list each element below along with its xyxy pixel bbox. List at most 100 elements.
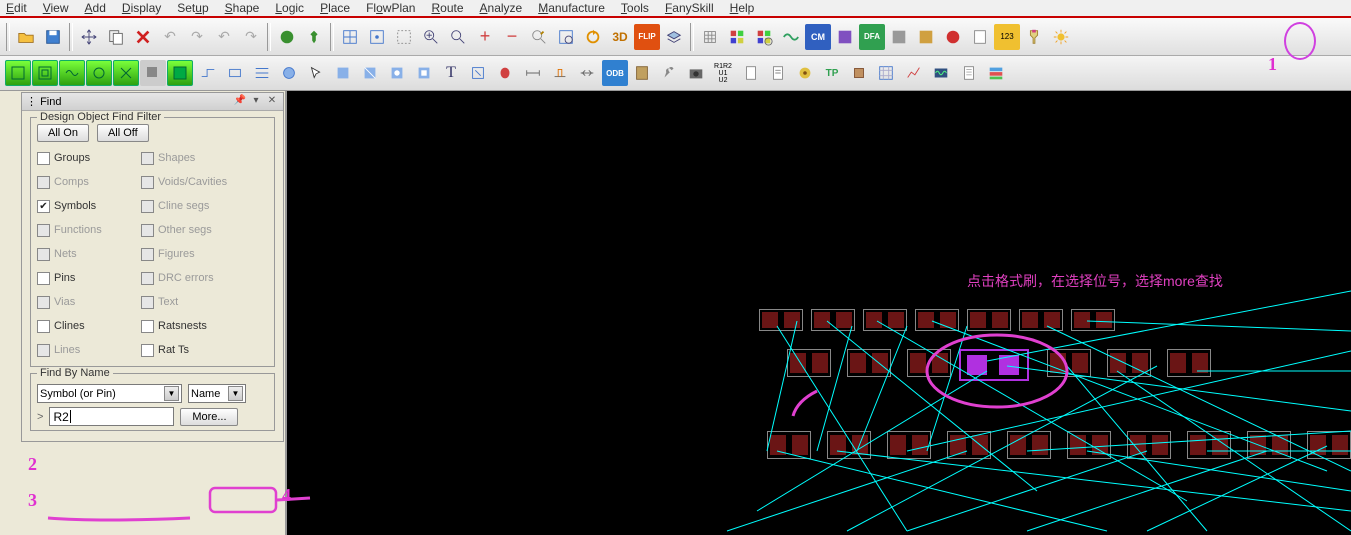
draw-line-icon[interactable] — [195, 60, 221, 86]
layers-icon[interactable] — [661, 24, 687, 50]
grid1-icon[interactable] — [337, 24, 363, 50]
checkbox-icon[interactable] — [141, 344, 154, 357]
menu-add[interactable]: Add — [85, 1, 106, 15]
colors1-icon[interactable] — [724, 24, 750, 50]
shape3-icon[interactable] — [384, 60, 410, 86]
menu-flowplan[interactable]: FlowPlan — [366, 1, 415, 15]
dropdown-panel-icon[interactable]: ▾ — [249, 95, 263, 109]
camera-icon[interactable] — [683, 60, 709, 86]
odb-icon[interactable]: ODB — [602, 60, 628, 86]
menu-route[interactable]: Route — [431, 1, 463, 15]
text-icon[interactable]: T — [438, 60, 464, 86]
type-select[interactable]: Symbol (or Pin)▼ — [37, 384, 182, 403]
delete-icon[interactable] — [130, 24, 156, 50]
globe-icon[interactable] — [274, 24, 300, 50]
menu-logic[interactable]: Logic — [275, 1, 304, 15]
menu-setup[interactable]: Setup — [177, 1, 208, 15]
note-icon[interactable] — [956, 60, 982, 86]
name-select[interactable]: Name▼ — [188, 384, 246, 403]
cm-icon[interactable]: CM — [805, 24, 831, 50]
undo-icon[interactable]: ↶ — [157, 24, 183, 50]
zoom-fit-icon[interactable] — [445, 24, 471, 50]
menu-tools[interactable]: Tools — [621, 1, 649, 15]
format-paint-icon[interactable] — [1021, 24, 1047, 50]
target-icon[interactable] — [792, 60, 818, 86]
more-button[interactable]: More... — [180, 408, 238, 426]
all-off-button[interactable]: All Off — [97, 124, 149, 142]
filter-ratsnests[interactable]: Ratsnests — [141, 320, 245, 333]
dim1-icon[interactable] — [520, 60, 546, 86]
all-on-button[interactable]: All On — [37, 124, 89, 142]
chart-icon[interactable] — [901, 60, 927, 86]
tool-a-icon[interactable] — [913, 24, 939, 50]
table-icon[interactable] — [886, 24, 912, 50]
grid2-icon[interactable] — [364, 24, 390, 50]
mode-btn-2[interactable] — [32, 60, 58, 86]
layers2-icon[interactable] — [983, 60, 1009, 86]
wave-icon[interactable] — [778, 24, 804, 50]
move-icon[interactable] — [76, 24, 102, 50]
filter-rat-ts[interactable]: Rat Ts — [141, 344, 245, 357]
chip-icon[interactable] — [846, 60, 872, 86]
checkbox-icon[interactable] — [37, 320, 50, 333]
shape6-icon[interactable] — [465, 60, 491, 86]
zoom-minus-icon[interactable]: − — [499, 24, 525, 50]
mode-btn-6[interactable] — [140, 60, 166, 86]
r1r2-icon[interactable]: R1R2U1U2 — [710, 60, 736, 86]
doc2-icon[interactable] — [765, 60, 791, 86]
sun-icon[interactable] — [1048, 24, 1074, 50]
shape2-icon[interactable] — [357, 60, 383, 86]
grid-icon[interactable] — [697, 24, 723, 50]
redo-icon[interactable]: ↷ — [184, 24, 210, 50]
menu-view[interactable]: View — [43, 1, 69, 15]
flip-icon[interactable]: FLIP — [634, 24, 660, 50]
zoom-sel-icon[interactable] — [553, 24, 579, 50]
save-icon[interactable] — [40, 24, 66, 50]
checkbox-icon[interactable] — [37, 272, 50, 285]
mode-btn-3[interactable] — [59, 60, 85, 86]
bug-icon[interactable] — [492, 60, 518, 86]
book-icon[interactable] — [629, 60, 655, 86]
zoom-plus-icon[interactable]: + — [472, 24, 498, 50]
menu-place[interactable]: Place — [320, 1, 350, 15]
checkbox-icon[interactable]: ✔ — [37, 200, 50, 213]
mode-btn-1[interactable] — [5, 60, 31, 86]
menu-manufacture[interactable]: Manufacture — [538, 1, 605, 15]
zoom-box-icon[interactable] — [391, 24, 417, 50]
grid3-icon[interactable] — [873, 60, 899, 86]
dim2-icon[interactable] — [547, 60, 573, 86]
pin-panel-icon[interactable]: 📌 — [233, 95, 247, 109]
ruler-icon[interactable]: 123 — [994, 24, 1020, 50]
checkbox-icon[interactable] — [141, 320, 154, 333]
zoom-in-icon[interactable] — [418, 24, 444, 50]
mode-btn-7[interactable] — [167, 60, 193, 86]
doc1-icon[interactable] — [738, 60, 764, 86]
find-input[interactable]: R2 — [49, 407, 174, 426]
menu-edit[interactable]: Edit — [6, 1, 27, 15]
menu-shape[interactable]: Shape — [225, 1, 260, 15]
dfa-icon[interactable]: DFA — [859, 24, 885, 50]
filter-symbols[interactable]: ✔Symbols — [37, 200, 141, 213]
colors2-icon[interactable] — [751, 24, 777, 50]
cursor-icon[interactable] — [303, 60, 329, 86]
shape4-icon[interactable] — [411, 60, 437, 86]
shape1-icon[interactable] — [330, 60, 356, 86]
checkbox-icon[interactable] — [37, 152, 50, 165]
menu-fanyskill[interactable]: FanySkill — [665, 1, 714, 15]
mode-btn-5[interactable] — [113, 60, 139, 86]
report-icon[interactable] — [967, 24, 993, 50]
copy-icon[interactable] — [103, 24, 129, 50]
dim3-icon[interactable] — [574, 60, 600, 86]
stop-icon[interactable] — [940, 24, 966, 50]
zoom-prev-icon[interactable] — [526, 24, 552, 50]
3d-icon[interactable]: 3D — [607, 24, 633, 50]
menu-display[interactable]: Display — [122, 1, 161, 15]
wrench-icon[interactable] — [656, 60, 682, 86]
design-canvas[interactable]: 点击格式刷，在选择位号，选择more查找 — [287, 91, 1351, 535]
refresh-icon[interactable] — [580, 24, 606, 50]
menu-help[interactable]: Help — [730, 1, 755, 15]
filter-pins[interactable]: Pins — [37, 272, 141, 285]
filter-groups[interactable]: Groups — [37, 152, 141, 165]
open-icon[interactable] — [13, 24, 39, 50]
draw-circle-icon[interactable] — [276, 60, 302, 86]
